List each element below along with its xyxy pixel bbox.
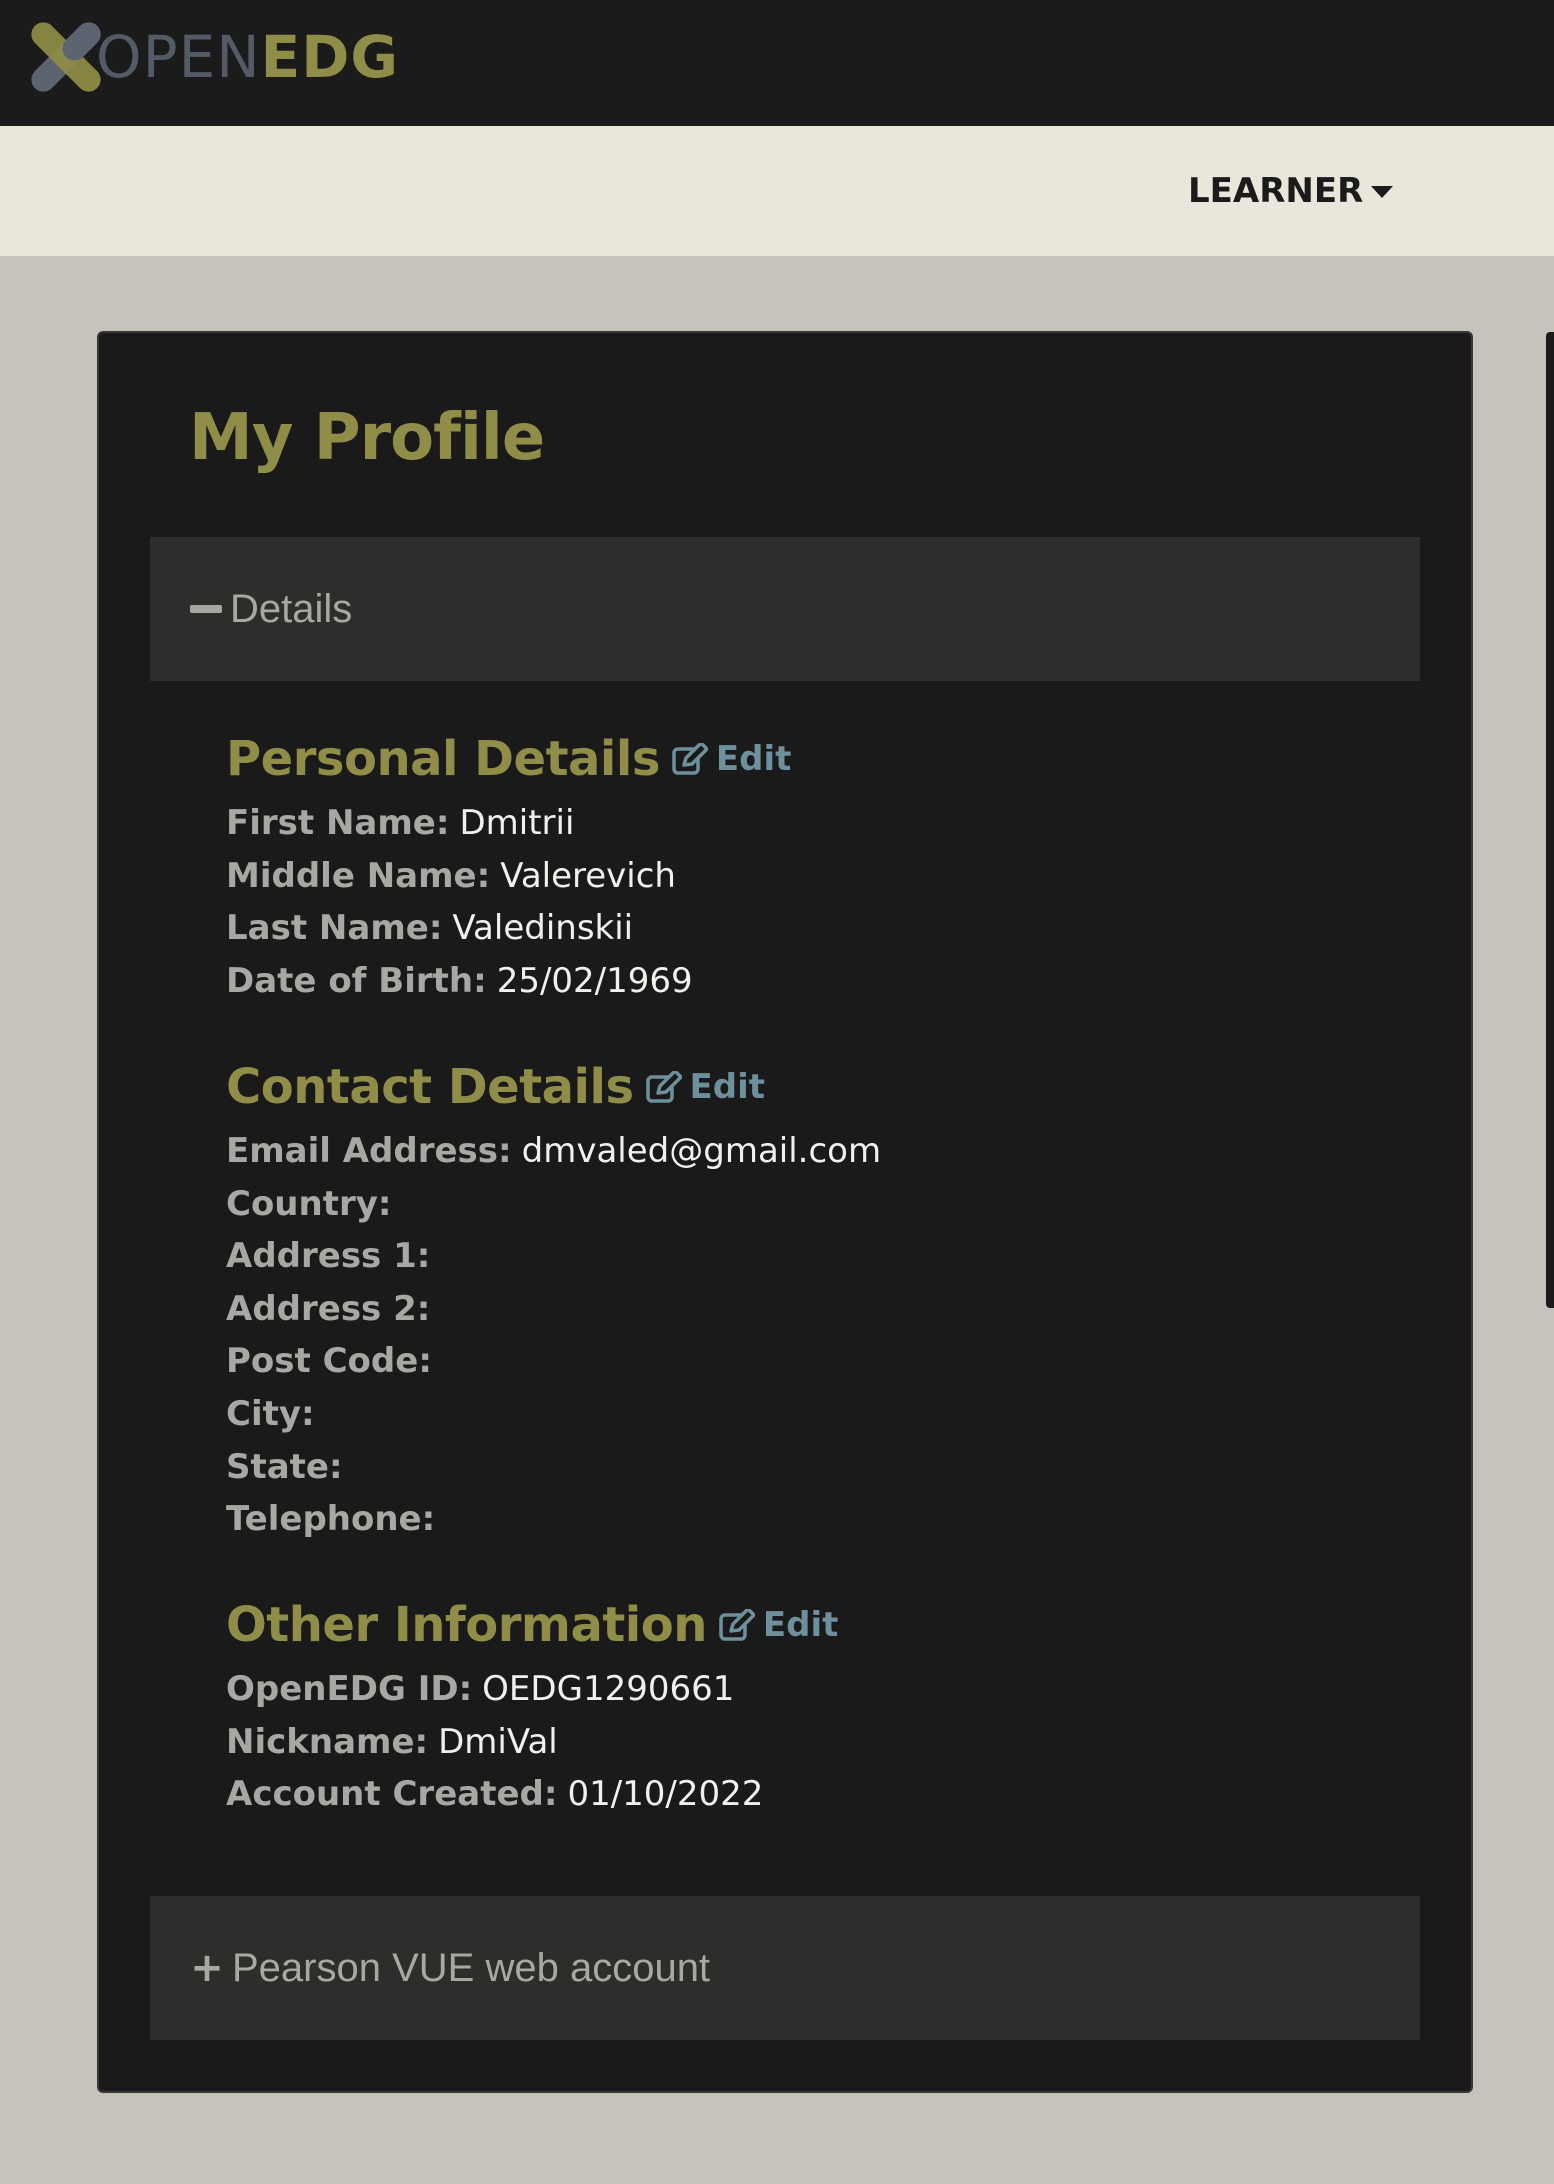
detail-value: OEDG1290661: [482, 1669, 735, 1709]
detail-label: Address 1:: [226, 1236, 431, 1277]
detail-label: Middle Name:: [226, 855, 491, 896]
detail-label: Nickname:: [226, 1721, 429, 1762]
detail-label: OpenEDG ID:: [226, 1669, 473, 1709]
plus-icon: +: [190, 1945, 224, 1991]
detail-label: Post Code:: [226, 1341, 432, 1382]
contact-details-edit-link[interactable]: Edit: [645, 1067, 766, 1107]
detail-row: OpenEDG ID: OEDG1290661: [226, 1663, 838, 1716]
detail-row: Nickname: DmiVal: [226, 1716, 838, 1769]
other-information-edit-link[interactable]: Edit: [719, 1605, 838, 1645]
contact-details-section: Contact Details Edit Email Address: dmval…: [226, 1059, 881, 1546]
other-information-section: Other Information Edit OpenEDG ID: OEDG12…: [226, 1597, 838, 1821]
edit-label: Edit: [689, 1067, 766, 1107]
adjacent-panel-edge: [1546, 332, 1554, 1308]
personal-details-title: Personal Details: [226, 731, 660, 787]
detail-label: Date of Birth:: [226, 960, 487, 1001]
detail-value: Valerevich: [500, 855, 676, 896]
caret-down-icon: [1371, 186, 1394, 198]
detail-label: Address 2:: [226, 1288, 431, 1329]
learner-menu-label: LEARNER: [1188, 171, 1364, 211]
detail-value: 25/02/1969: [496, 960, 693, 1001]
detail-label: Telephone:: [226, 1499, 436, 1540]
detail-row: Middle Name: Valerevich: [226, 850, 791, 903]
edit-icon: [645, 1071, 682, 1103]
detail-row: Account Created: 01/10/2022: [226, 1768, 838, 1821]
page-title: My Profile: [189, 401, 545, 475]
detail-value: Dmitrii: [459, 803, 575, 843]
top-bar: OPENEDG: [0, 0, 1554, 126]
contact-details-rows: Email Address: dmvaled@gmail.com Country: A…: [226, 1125, 881, 1546]
detail-row: State:: [226, 1441, 881, 1494]
detail-value: Valedinskii: [452, 908, 634, 949]
detail-row: Country:: [226, 1178, 881, 1231]
learner-menu-toggle[interactable]: LEARNER: [1188, 126, 1394, 256]
pearson-vue-panel-header[interactable]: + Pearson VUE web account: [150, 1896, 1420, 2040]
other-information-heading: Other Information Edit: [226, 1597, 838, 1661]
detail-row: Email Address: dmvaled@gmail.com: [226, 1125, 881, 1178]
detail-row: City:: [226, 1388, 881, 1441]
logo-wordmark: OPENEDG: [96, 28, 399, 86]
pearson-vue-panel-title: Pearson VUE web account: [232, 1945, 711, 1990]
detail-label: State:: [226, 1446, 343, 1487]
edit-label: Edit: [715, 739, 792, 779]
openedg-logo[interactable]: OPENEDG: [24, 14, 399, 100]
details-panel-title: Details: [230, 586, 353, 631]
detail-row: Date of Birth: 25/02/1969: [226, 955, 791, 1008]
personal-details-heading: Personal Details Edit: [226, 731, 791, 795]
detail-label: Account Created:: [226, 1774, 558, 1815]
other-information-title: Other Information: [226, 1597, 707, 1653]
contact-details-title: Contact Details: [226, 1059, 634, 1115]
detail-label: Country:: [226, 1183, 392, 1224]
edit-label: Edit: [762, 1605, 839, 1645]
detail-label: City:: [226, 1393, 315, 1434]
logo-word-open: OPEN: [96, 23, 261, 91]
detail-row: Address 1:: [226, 1230, 881, 1283]
logo-word-edg: EDG: [260, 23, 400, 91]
nav-bar: LEARNER: [0, 126, 1554, 256]
detail-value: dmvaled@gmail.com: [521, 1131, 882, 1171]
detail-label: Last Name:: [226, 908, 443, 949]
detail-value: 01/10/2022: [567, 1774, 764, 1815]
personal-details-edit-link[interactable]: Edit: [672, 739, 791, 779]
edit-icon: [672, 743, 708, 775]
other-information-rows: OpenEDG ID: OEDG1290661 Nickname: DmiVal Acc…: [226, 1663, 838, 1821]
detail-label: Email Address:: [226, 1131, 512, 1171]
detail-row: Address 2:: [226, 1283, 881, 1336]
details-panel-header[interactable]: Details: [150, 537, 1420, 681]
contact-details-heading: Contact Details Edit: [226, 1059, 881, 1123]
minus-icon: [190, 605, 222, 613]
personal-details-rows: First Name: Dmitrii Middle Name: Valerevich…: [226, 797, 791, 1007]
detail-label: First Name:: [226, 803, 450, 843]
edit-icon: [719, 1609, 755, 1641]
profile-card: My Profile Details Personal Details Edit…: [97, 331, 1473, 2093]
personal-details-section: Personal Details Edit First Name: Dmitrii…: [226, 731, 791, 1007]
detail-row: Telephone:: [226, 1493, 881, 1546]
detail-value: DmiVal: [438, 1721, 558, 1762]
detail-row: Post Code:: [226, 1335, 881, 1388]
detail-row: Last Name: Valedinskii: [226, 902, 791, 955]
detail-row: First Name: Dmitrii: [226, 797, 791, 850]
